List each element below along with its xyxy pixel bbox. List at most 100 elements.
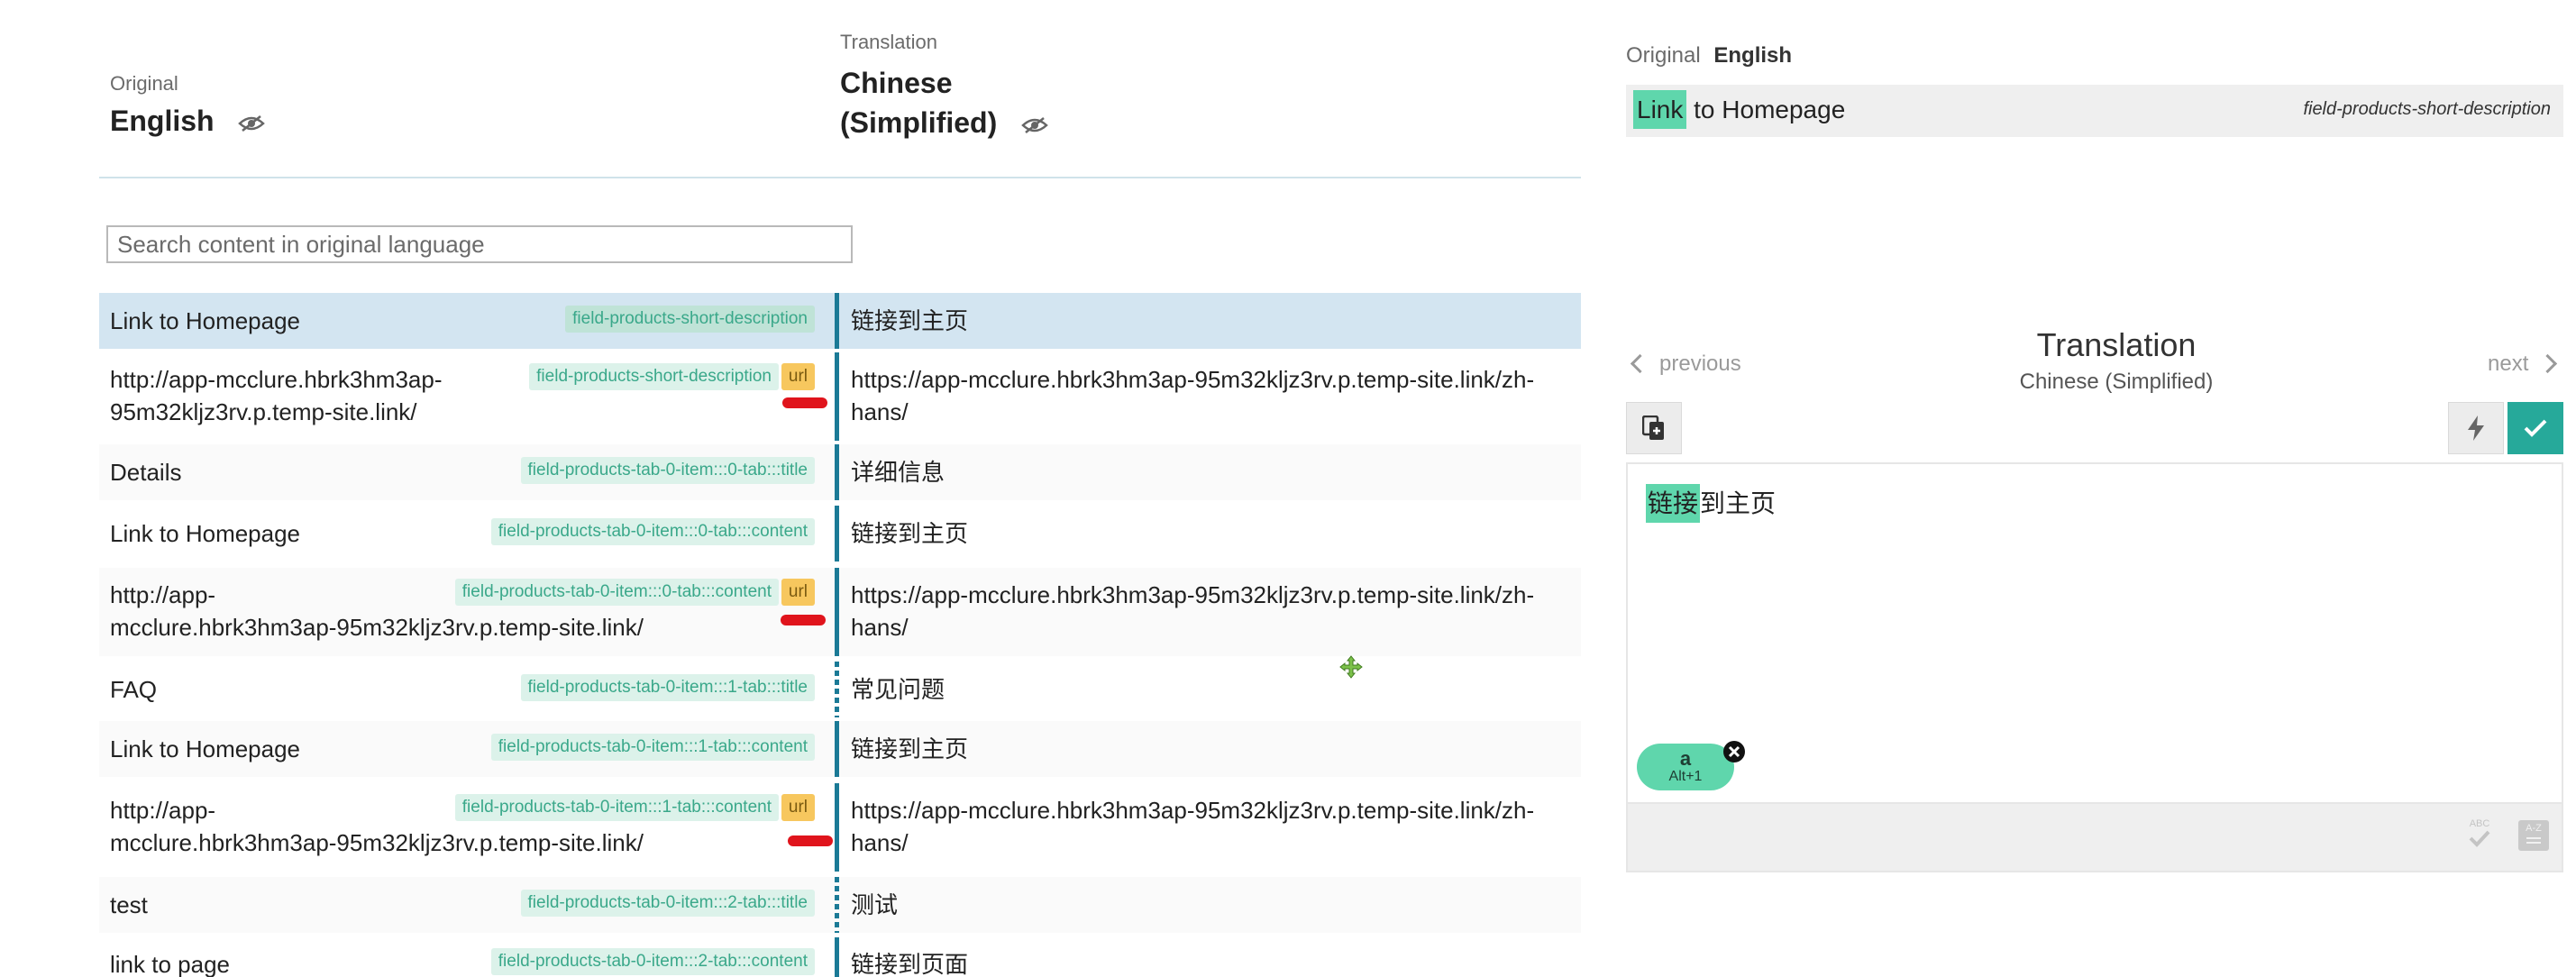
spellcheck-icon [2469,830,2490,847]
row-translation-line: hans/ [851,614,909,641]
field-tag: field-products-tab-0-item:::1-tab:::titl… [520,674,815,701]
row-translation-text: 测试 [851,891,899,918]
editor-text[interactable]: 链接到主页 [1646,484,1777,523]
source-rest: to Homepage [1686,96,1846,123]
table-row[interactable]: Link to Homepage field-products-short-de… [99,293,1581,349]
eye-slash-icon[interactable] [1021,116,1048,134]
row-divider [835,662,839,717]
machine-translate-button[interactable] [2448,402,2504,454]
table-row[interactable]: http://app- mcclure.hbrk3hm3ap-95m32kljz… [99,568,1581,656]
field-tag: field-products-short-description [565,306,815,333]
table-row[interactable]: Link to Homepage field-products-tab-0-it… [99,721,1581,777]
field-tag: field-products-tab-0-item:::0-tab:::cont… [454,579,779,606]
translation-language-line1: Chinese [840,67,953,99]
translation-editor[interactable]: 链接到主页 [1626,462,2563,803]
eye-slash-icon[interactable] [238,114,266,132]
field-tag: field-products-tab-0-item:::0-tab:::cont… [490,518,815,545]
field-tag: field-products-short-description [529,363,779,390]
row-original-line: 95m32kljz3rv.p.temp-site.link/ [110,398,417,425]
row-divider [835,937,839,977]
right-original-header: Original English [1626,43,1792,68]
row-divider [835,506,839,562]
previous-button[interactable]: previous [1630,352,1741,377]
previous-label: previous [1659,352,1741,376]
source-text-box: Link to Homepage field-products-short-de… [1626,85,2563,137]
row-translation-text: 链接到主页 [851,307,969,334]
row-original-line: mcclure.hbrk3hm3ap-95m32kljz3rv.p.temp-s… [110,829,644,856]
source-field: field-products-short-description [2303,99,2551,119]
row-translation-text: 链接到页面 [851,951,969,977]
row-translation-line: hans/ [851,398,909,425]
field-tag: field-products-tab-0-item:::1-tab:::cont… [490,734,815,761]
url-badge: url [781,579,815,606]
table-row[interactable]: test field-products-tab-0-item:::2-tab::… [99,877,1581,933]
row-translation-text: 常见问题 [851,676,945,703]
chip-shortcut: Alt+1 [1668,769,1703,784]
save-translation-button[interactable] [2507,402,2563,454]
field-tag: field-products-tab-0-item:::0-tab:::titl… [520,457,815,484]
editor-rest: 到主页 [1700,489,1777,517]
row-translation-line: https://app-mcclure.hbrk3hm3ap-95m32kljz… [851,581,1535,608]
annotation-mark [788,835,833,846]
chip-letter: a [1679,747,1692,770]
copy-source-icon [1642,415,1664,440]
table-row[interactable]: Details field-products-tab-0-item:::0-ta… [99,444,1581,500]
url-badge: url [781,363,815,390]
chevron-left-icon [1630,353,1650,374]
row-translation-line: https://app-mcclure.hbrk3hm3ap-95m32kljz… [851,366,1535,393]
row-divider [835,783,839,872]
row-original-text: http://app-mcclure.hbrk3hm3ap- 95m32kljz… [110,363,469,428]
table-row[interactable]: http://app- mcclure.hbrk3hm3ap-95m32kljz… [99,783,1581,872]
check-icon [2524,419,2547,437]
dictionary-icon [2526,837,2541,844]
editor-highlight: 链接 [1646,484,1701,523]
translation-label: Translation [840,31,938,53]
close-icon[interactable] [1722,740,1746,763]
translation-language-line2: (Simplified) [840,106,998,139]
right-original-language: English [1713,43,1793,68]
source-text: Link to Homepage [1633,90,1846,129]
original-label: Original [110,72,178,95]
annotation-mark [782,397,827,408]
row-translation-line: https://app-mcclure.hbrk3hm3ap-95m32kljz… [851,797,1535,824]
row-divider [835,568,839,656]
row-divider [835,721,839,777]
url-badge: url [781,794,815,821]
chevron-right-icon [2538,353,2558,374]
row-original-line: http://app- [110,797,216,824]
header-divider [99,177,1581,178]
row-original-text: FAQ [110,676,158,703]
lightning-icon [2468,415,2484,441]
field-tag: field-products-tab-0-item:::1-tab:::cont… [454,794,779,821]
field-tag: field-products-tab-0-item:::2-tab:::titl… [520,890,815,917]
row-original-line: http://app- [110,581,216,608]
row-original-text: Details [110,459,182,486]
source-highlight: Link [1633,90,1687,129]
placeholder-chip[interactable]: a Alt+1 [1637,744,1734,790]
field-tag: field-products-tab-0-item:::2-tab:::cont… [490,948,815,975]
translation-language: Chinese (Simplified) [840,63,1048,142]
next-button[interactable]: next [2488,352,2558,377]
row-translation-text: 链接到主页 [851,735,969,762]
original-language: English [110,105,266,138]
table-row[interactable]: link to page field-products-tab-0-item::… [99,937,1581,977]
row-original-text: Link to Homepage [110,735,301,762]
row-divider [835,352,839,441]
original-language-name: English [110,105,215,137]
copy-source-button[interactable] [1626,402,1682,454]
row-original-line: mcclure.hbrk3hm3ap-95m32kljz3rv.p.temp-s… [110,614,644,641]
table-row[interactable]: http://app-mcclure.hbrk3hm3ap- 95m32kljz… [99,352,1581,441]
move-cursor-icon [1339,655,1363,679]
translation-heading: Translation Chinese (Simplified) [1934,326,2298,395]
row-translation-text: https://app-mcclure.hbrk3hm3ap-95m32kljz… [851,363,1572,428]
row-translation-text: 详细信息 [851,459,945,486]
search-input[interactable] [106,225,853,263]
row-translation-text: 链接到主页 [851,520,969,547]
row-divider [835,877,839,933]
row-translation-line: hans/ [851,829,909,856]
dictionary-button[interactable]: A-Z [2518,820,2549,851]
spellcheck-button[interactable]: ABC [2464,818,2495,852]
annotation-mark [781,615,826,625]
table-row[interactable]: Link to Homepage field-products-tab-0-it… [99,506,1581,562]
right-original-label: Original [1626,43,1701,68]
